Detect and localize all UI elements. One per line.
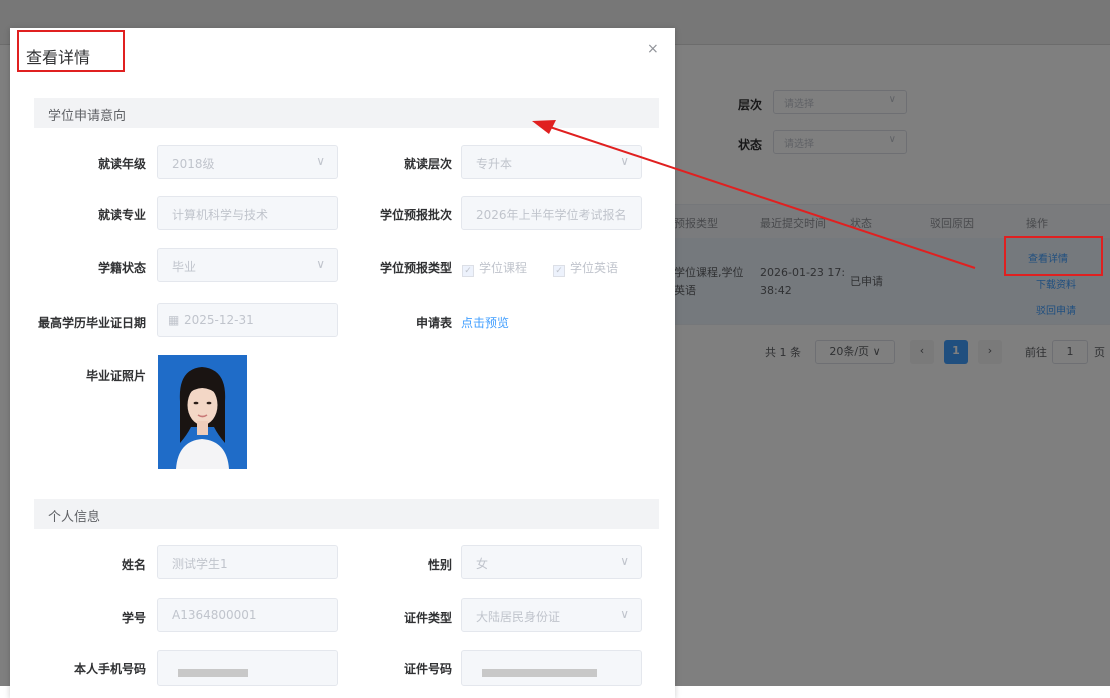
chevron-down-icon: ∨ [620, 554, 629, 568]
checkbox-degree-english[interactable]: ✓ 学位英语 [553, 259, 618, 277]
chevron-down-icon: ∨ [620, 154, 629, 168]
grad-date-label: 最高学历毕业证日期 [38, 316, 147, 330]
batch-value: 2026年上半年学位考试报名 [476, 208, 627, 222]
redacted-id-number [482, 669, 597, 677]
major-label: 就读专业 [97, 208, 146, 222]
checkbox-degree-course[interactable]: ✓ 学位课程 [462, 259, 527, 277]
name-label: 姓名 [121, 558, 146, 572]
action-annotation-box [1004, 236, 1103, 276]
level-select[interactable]: 专升本 ∨ [461, 145, 642, 179]
title-annotation-box [17, 30, 125, 72]
calendar-icon: ▦ [168, 313, 180, 327]
gender-label: 性别 [427, 558, 452, 572]
section-intent-title: 学位申请意向 [48, 109, 127, 124]
graduation-photo[interactable] [158, 355, 247, 469]
id-number-input[interactable] [461, 650, 642, 686]
grad-date-picker[interactable]: ▦ 2025-12-31 [157, 303, 338, 337]
chevron-down-icon: ∨ [620, 607, 629, 621]
student-id-label: 学号 [121, 611, 146, 625]
preview-link[interactable]: 点击预览 [461, 314, 509, 331]
phone-label: 本人手机号码 [73, 662, 146, 676]
level-label: 就读层次 [403, 157, 452, 171]
application-form-label: 申请表 [415, 316, 452, 330]
checkbox-degree-course-label: 学位课程 [479, 261, 528, 275]
id-type-select[interactable]: 大陆居民身份证 ∨ [461, 598, 642, 632]
close-icon[interactable]: × [647, 41, 659, 57]
student-id-value: A1364800001 [172, 608, 257, 622]
enrollment-status-select[interactable]: 毕业 ∨ [157, 248, 338, 282]
checkbox-degree-english-label: 学位英语 [570, 261, 619, 275]
report-type-label: 学位预报类型 [379, 261, 452, 275]
section-personal-title: 个人信息 [48, 510, 101, 525]
redacted-phone [178, 669, 248, 677]
gender-value: 女 [476, 557, 489, 571]
grade-value: 2018级 [172, 157, 215, 171]
grade-label: 就读年级 [97, 157, 146, 171]
name-value: 测试学生1 [172, 557, 228, 571]
id-number-label: 证件号码 [403, 662, 452, 676]
grade-select[interactable]: 2018级 ∨ [157, 145, 338, 179]
section-intent-header: 学位申请意向 [34, 98, 659, 128]
batch-input[interactable]: 2026年上半年学位考试报名 [461, 196, 642, 230]
check-icon: ✓ [462, 265, 474, 277]
check-icon: ✓ [553, 265, 565, 277]
enrollment-status-value: 毕业 [172, 260, 197, 274]
major-value: 计算机科学与技术 [172, 208, 269, 222]
batch-label: 学位预报批次 [379, 208, 452, 222]
section-personal-header: 个人信息 [34, 499, 659, 529]
level-value: 专升本 [476, 157, 513, 171]
chevron-down-icon: ∨ [316, 257, 325, 271]
enrollment-status-label: 学籍状态 [97, 261, 146, 275]
portrait-image [158, 355, 247, 469]
gender-select[interactable]: 女 ∨ [461, 545, 642, 579]
major-input[interactable]: 计算机科学与技术 [157, 196, 338, 230]
student-id-input[interactable]: A1364800001 [157, 598, 338, 632]
id-type-value: 大陆居民身份证 [476, 610, 561, 624]
grad-date-value: 2025-12-31 [184, 313, 254, 327]
name-input[interactable]: 测试学生1 [157, 545, 338, 579]
chevron-down-icon: ∨ [316, 154, 325, 168]
phone-input[interactable] [157, 650, 338, 686]
photo-label: 毕业证照片 [86, 369, 147, 383]
id-type-label: 证件类型 [403, 611, 452, 625]
